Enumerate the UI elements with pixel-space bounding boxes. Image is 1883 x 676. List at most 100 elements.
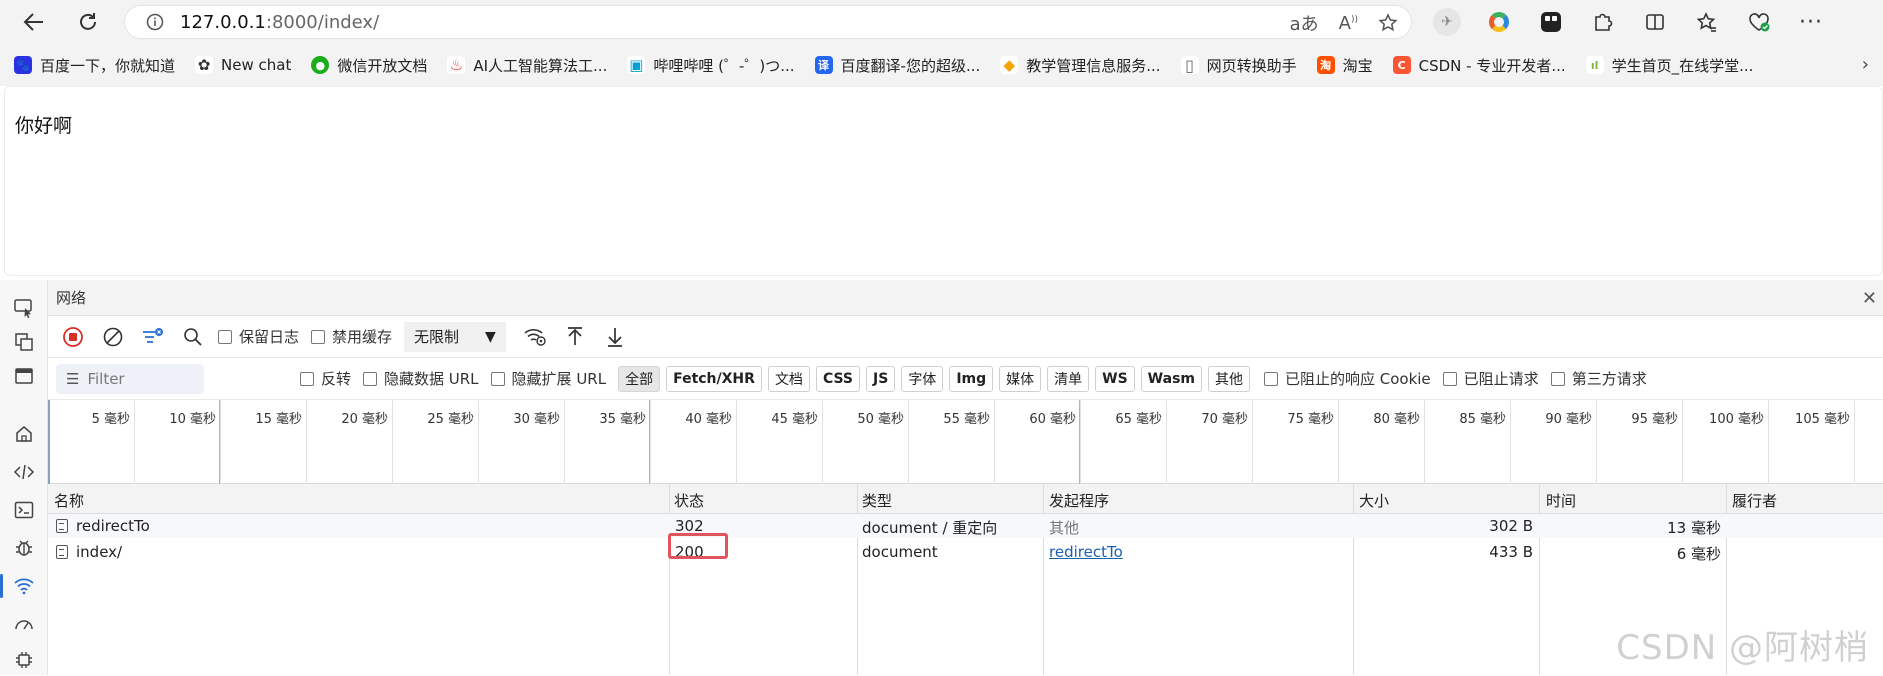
type-filter-media[interactable]: 媒体 bbox=[999, 365, 1042, 392]
filter-input[interactable]: ☰ Filter bbox=[56, 363, 204, 394]
search-button[interactable] bbox=[178, 322, 208, 352]
checkbox-box[interactable] bbox=[1550, 371, 1565, 386]
extension-bird-icon[interactable]: ✈ bbox=[1430, 5, 1464, 39]
column-header-name[interactable]: 名称 bbox=[54, 490, 84, 511]
timeline-tick-label: 50 毫秒 bbox=[857, 412, 904, 427]
read-aloud-icon[interactable]: A)) bbox=[1339, 13, 1358, 34]
refresh-button[interactable] bbox=[68, 2, 108, 42]
performance-gauge-icon[interactable] bbox=[8, 608, 40, 640]
extensions-puzzle-icon[interactable] bbox=[1586, 5, 1620, 39]
throttle-select[interactable]: 无限制 ▼ bbox=[404, 321, 506, 352]
split-screen-icon[interactable] bbox=[1638, 5, 1672, 39]
table-header: 名称 状态 类型 发起程序 大小 时间 履行者 bbox=[48, 484, 1883, 514]
window-icon[interactable] bbox=[8, 360, 40, 392]
column-header-type[interactable]: 类型 bbox=[862, 490, 892, 511]
network-overview-timeline[interactable]: 5 毫秒 10 毫秒 15 毫秒 20 毫秒 25 毫秒 30 毫秒 35 毫秒 40 毫秒 4… bbox=[48, 400, 1883, 484]
column-header-initiator[interactable]: 发起程序 bbox=[1049, 490, 1109, 511]
debugger-bug-icon[interactable] bbox=[8, 532, 40, 564]
table-row[interactable]: redirectTo 302 document / 重定向 其他 302 B 1… bbox=[48, 514, 1883, 538]
console-icon[interactable] bbox=[8, 494, 40, 526]
bookmark-baidu[interactable]: 🐾 百度一下，你就知道 bbox=[14, 55, 175, 76]
bookmark-page-converter[interactable]: ▯ 网页转换助手 bbox=[1180, 55, 1297, 76]
checkbox-box[interactable] bbox=[490, 371, 505, 386]
info-icon[interactable] bbox=[146, 13, 164, 31]
checkbox-box[interactable] bbox=[300, 371, 314, 386]
url-text[interactable]: 127.0.0.1:8000/index/ bbox=[180, 12, 379, 33]
blocked-requests-checkbox[interactable]: 已阻止请求 bbox=[1442, 368, 1539, 389]
checkbox-box[interactable] bbox=[311, 329, 326, 344]
read-mode-icon[interactable]: aあ bbox=[1290, 10, 1319, 36]
request-name[interactable]: redirectTo bbox=[56, 517, 150, 535]
blocked-cookies-checkbox[interactable]: 已阻止的响应 Cookie bbox=[1263, 368, 1431, 389]
favorite-star-icon[interactable] bbox=[1378, 13, 1398, 33]
browser-health-icon[interactable] bbox=[1742, 5, 1776, 39]
memory-chip-icon[interactable] bbox=[8, 644, 40, 676]
bookmark-teaching-mgmt[interactable]: ◆ 教学管理信息服务... bbox=[1000, 55, 1161, 76]
extension-ring-icon[interactable] bbox=[1482, 5, 1516, 39]
column-header-fulfilled-by[interactable]: 履行者 bbox=[1732, 490, 1777, 511]
type-filter-wasm[interactable]: Wasm bbox=[1140, 365, 1202, 392]
welcome-home-icon[interactable] bbox=[8, 418, 40, 450]
checkbox-box[interactable] bbox=[1263, 371, 1278, 386]
column-header-size[interactable]: 大小 bbox=[1359, 490, 1389, 511]
type-filter-font[interactable]: 字体 bbox=[901, 365, 944, 392]
import-har-button[interactable] bbox=[560, 322, 590, 352]
filter-toggle-button[interactable] bbox=[138, 322, 168, 352]
type-filter-doc[interactable]: 文档 bbox=[767, 365, 810, 392]
type-filter-fetch-xhr[interactable]: Fetch/XHR bbox=[666, 365, 762, 392]
type-filter-img[interactable]: Img bbox=[949, 365, 994, 392]
disable-cache-checkbox[interactable]: 禁用缓存 bbox=[311, 326, 392, 347]
bookmark-new-chat[interactable]: ✿ New chat bbox=[195, 56, 291, 74]
preserve-log-checkbox[interactable]: 保留日志 bbox=[218, 326, 299, 347]
export-har-button[interactable] bbox=[600, 322, 630, 352]
bookmark-wechat-docs[interactable]: ● 微信开放文档 bbox=[311, 55, 427, 76]
bookmark-taobao[interactable]: 淘淘宝 bbox=[1316, 55, 1373, 76]
network-conditions-button[interactable] bbox=[520, 322, 550, 352]
elements-code-icon[interactable] bbox=[8, 456, 40, 488]
timeline-tick-label: 20 毫秒 bbox=[341, 412, 388, 427]
checkbox-label: 已阻止请求 bbox=[1463, 370, 1539, 388]
bookmark-student-home[interactable]: ıl 学生首页_在线学堂... bbox=[1585, 55, 1753, 76]
dropdown-triangle-icon[interactable]: ▼ bbox=[485, 329, 496, 345]
panel-title[interactable]: 网络 bbox=[56, 287, 86, 308]
type-filter-css[interactable]: CSS bbox=[815, 365, 861, 392]
checkbox-box[interactable] bbox=[1442, 371, 1457, 386]
bookmark-csdn[interactable]: C CSDN - 专业开发者... bbox=[1392, 55, 1566, 76]
type-filter-js[interactable]: JS bbox=[866, 365, 896, 392]
bookmark-label: CSDN - 专业开发者... bbox=[1418, 56, 1566, 75]
third-party-checkbox[interactable]: 第三方请求 bbox=[1550, 368, 1647, 389]
extension-app-icon[interactable] bbox=[1534, 5, 1568, 39]
checkbox-box[interactable] bbox=[363, 371, 378, 386]
favorites-icon[interactable] bbox=[1690, 5, 1724, 39]
invert-checkbox[interactable]: 反转 bbox=[300, 368, 351, 389]
bookmarks-overflow-chevron-icon[interactable]: › bbox=[1862, 54, 1869, 75]
address-bar[interactable]: 127.0.0.1:8000/index/ aあ A)) bbox=[124, 5, 1412, 39]
column-header-time[interactable]: 时间 bbox=[1546, 490, 1576, 511]
more-icon[interactable]: ··· bbox=[1794, 5, 1828, 39]
type-filter-other[interactable]: 其他 bbox=[1207, 365, 1250, 392]
device-emulation-icon[interactable] bbox=[8, 292, 40, 324]
type-filter-ws[interactable]: WS bbox=[1095, 365, 1135, 392]
network-wifi-icon[interactable] bbox=[0, 570, 40, 602]
clear-icon bbox=[103, 327, 123, 346]
hide-data-url-checkbox[interactable]: 隐藏数据 URL bbox=[363, 368, 479, 389]
close-icon[interactable]: ✕ bbox=[1862, 288, 1877, 309]
page-viewport: 你好啊 bbox=[4, 86, 1883, 276]
clear-button[interactable] bbox=[98, 322, 128, 352]
filter-placeholder: Filter bbox=[87, 369, 125, 388]
column-header-status[interactable]: 状态 bbox=[674, 490, 704, 511]
table-row[interactable]: index/ 200 document redirectTo 433 B 6 毫… bbox=[48, 540, 1883, 564]
record-stop-button[interactable] bbox=[58, 322, 88, 352]
hide-extension-url-checkbox[interactable]: 隐藏扩展 URL bbox=[490, 368, 606, 389]
request-name[interactable]: index/ bbox=[56, 543, 122, 561]
request-initiator-link[interactable]: redirectTo bbox=[1049, 543, 1123, 561]
dock-layout-icon[interactable] bbox=[8, 326, 40, 358]
type-filter-manifest[interactable]: 清单 bbox=[1047, 365, 1090, 392]
search-icon bbox=[184, 327, 202, 346]
checkbox-box[interactable] bbox=[218, 329, 232, 344]
type-filter-all[interactable]: 全部 bbox=[618, 365, 661, 392]
bookmark-bilibili[interactable]: ▣ 哔哩哔哩 (゜-゜)つ... bbox=[627, 55, 795, 76]
bookmark-ai-algo[interactable]: ♨ AI人工智能算法工... bbox=[447, 55, 607, 76]
bookmark-baidu-translate[interactable]: 译百度翻译-您的超级... bbox=[814, 55, 980, 76]
back-button[interactable] bbox=[14, 2, 54, 42]
